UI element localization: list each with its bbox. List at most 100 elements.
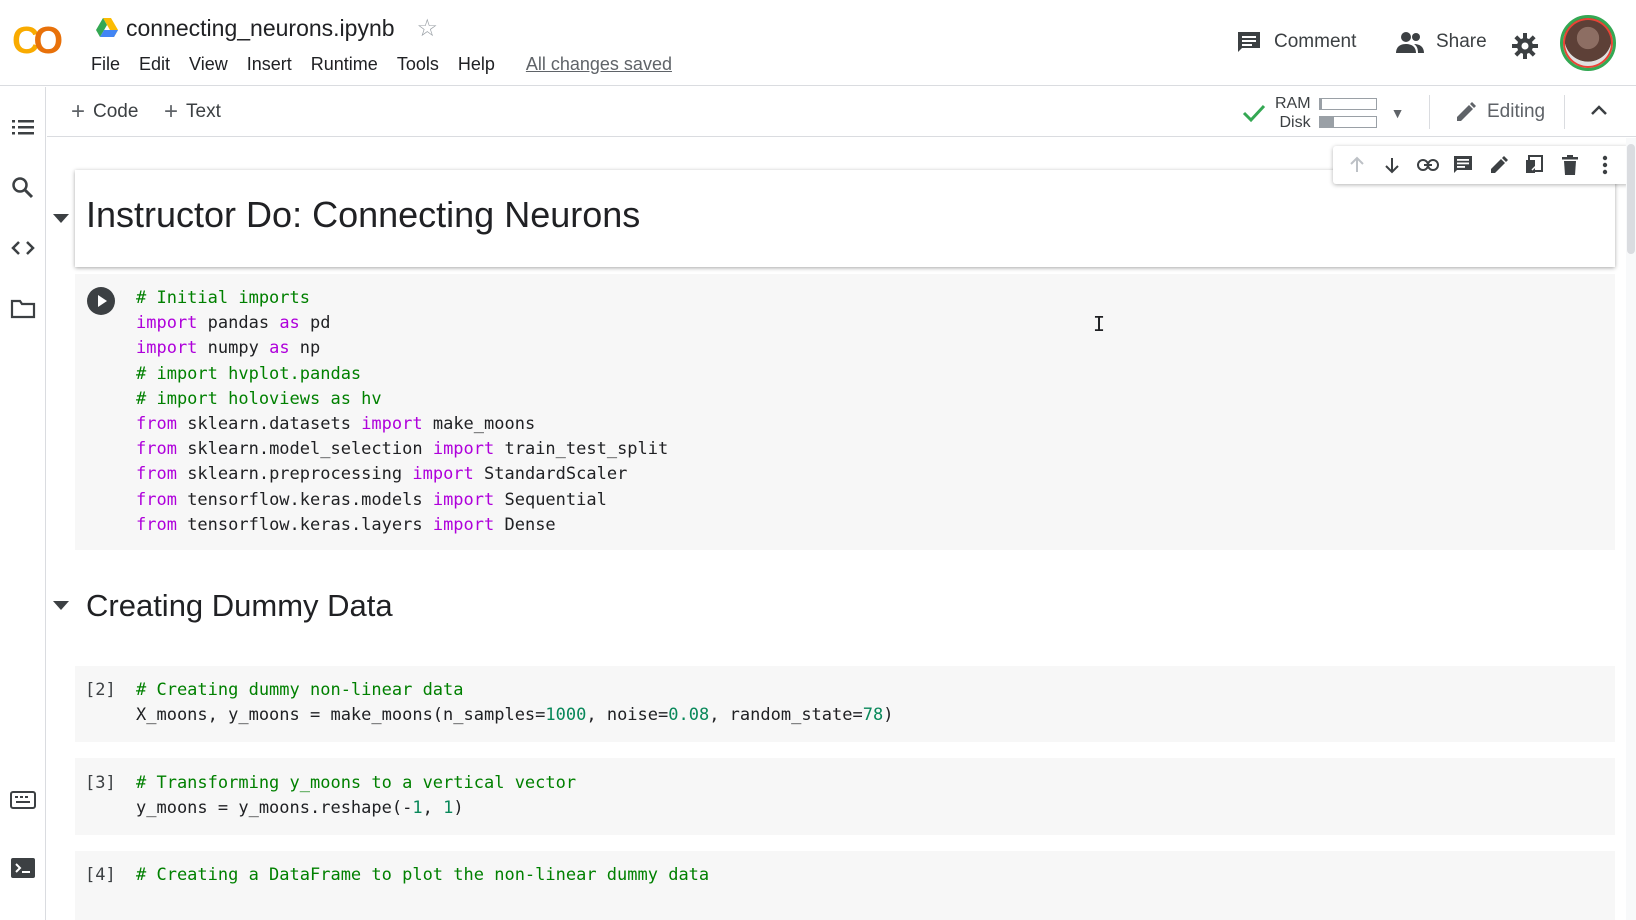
section-collapse-caret-icon[interactable] [53, 214, 69, 223]
settings-button[interactable] [1512, 26, 1550, 66]
code-cell-dummy-data[interactable]: [2] # Creating dummy non-linear data X_mo… [75, 666, 1615, 742]
code-editor[interactable]: # Transforming y_moons to a vertical vec… [136, 771, 576, 821]
code-token: pd [299, 313, 331, 334]
code-token: , noise= [586, 705, 669, 726]
menu-runtime[interactable]: Runtime [311, 54, 388, 75]
colab-logo[interactable]: CO [12, 20, 72, 62]
menu-file[interactable]: File [91, 54, 130, 75]
ram-label: RAM [1275, 95, 1311, 112]
code-token: sklearn.preprocessing [176, 464, 413, 485]
edit-pencil-icon[interactable] [1486, 152, 1512, 178]
code-cell-reshape[interactable]: [3] # Transforming y_moons to a vertical… [75, 758, 1615, 835]
add-code-button[interactable]: + Code [71, 97, 138, 127]
plus-icon: + [164, 98, 179, 125]
code-editor[interactable]: # Initial imports import pandas as pd impo… [136, 286, 668, 538]
dropdown-arrow-icon[interactable]: ▼ [1391, 105, 1405, 121]
folder-icon[interactable] [10, 295, 36, 321]
vertical-scrollbar[interactable] [1626, 138, 1636, 920]
code-line[interactable]: from tensorflow.keras.layers import Dens… [136, 513, 668, 538]
code-line[interactable]: from sklearn.model_selection import trai… [136, 437, 668, 462]
code-line[interactable]: # Creating a DataFrame to plot the non-l… [136, 863, 709, 888]
save-status-link[interactable]: All changes saved [526, 54, 672, 75]
code-line[interactable]: # Transforming y_moons to a vertical vec… [136, 771, 576, 796]
code-line[interactable]: from sklearn.datasets import make_moons [136, 412, 668, 437]
notebook-area[interactable]: Instructor Do: Connecting Neurons # Init… [47, 138, 1636, 920]
search-icon[interactable] [10, 175, 36, 201]
move-up-icon[interactable] [1344, 152, 1370, 178]
code-token: make_moons [422, 414, 536, 435]
code-editor[interactable]: # Creating a DataFrame to plot the non-l… [136, 863, 709, 888]
check-icon [1242, 104, 1266, 123]
delete-icon[interactable] [1557, 152, 1583, 178]
code-token: np [289, 338, 321, 359]
share-label: Share [1436, 31, 1487, 52]
section-collapse-caret-icon[interactable] [53, 601, 69, 610]
code-token: sklearn.model_selection [176, 439, 433, 460]
code-token: numpy [197, 338, 270, 359]
mirror-cell-icon[interactable] [1521, 152, 1547, 178]
code-line[interactable]: from tensorflow.keras.models import Sequ… [136, 488, 668, 513]
menu-tools[interactable]: Tools [397, 54, 449, 75]
move-down-icon[interactable] [1379, 152, 1405, 178]
code-token: from [136, 414, 177, 435]
code-token: import [412, 464, 474, 485]
google-drive-icon[interactable] [96, 18, 118, 38]
code-token: 78 [862, 705, 884, 726]
comment-icon[interactable] [1450, 152, 1476, 178]
runtime-resources-button[interactable]: RAM Disk ▼ [1241, 93, 1404, 133]
menu-view[interactable]: View [189, 54, 238, 75]
menu-insert[interactable]: Insert [247, 54, 302, 75]
markdown-cell-heading[interactable]: Instructor Do: Connecting Neurons [53, 170, 1615, 267]
code-line[interactable]: # import holoviews as hv [136, 387, 668, 412]
link-icon[interactable] [1415, 152, 1441, 178]
notebook-title[interactable]: connecting_neurons.ipynb [126, 15, 395, 42]
ram-usage-fill [1319, 99, 1323, 109]
code-line[interactable]: # Creating dummy non-linear data [136, 678, 893, 703]
code-token: tensorflow.keras.models [176, 489, 433, 510]
disk-label: Disk [1279, 114, 1311, 131]
user-avatar[interactable] [1560, 15, 1616, 71]
code-line[interactable]: # import hvplot.pandas [136, 362, 668, 387]
markdown-cell-section[interactable]: Creating Dummy Data [53, 578, 1615, 638]
scrollbar-thumb[interactable] [1627, 144, 1635, 254]
editing-mode-button[interactable]: Editing [1455, 97, 1545, 127]
cell-toolbar [1333, 146, 1629, 184]
code-line[interactable]: from sklearn.preprocessing import Standa… [136, 462, 668, 487]
code-line[interactable]: X_moons, y_moons = make_moons(n_samples=… [136, 703, 893, 728]
star-icon[interactable]: ☆ [417, 14, 439, 43]
code-token: as [279, 313, 300, 334]
code-token: import [432, 439, 495, 460]
code-editor[interactable]: # Creating dummy non-linear data X_moons,… [136, 678, 893, 728]
code-line[interactable]: y_moons = y_moons.reshape(-1, 1) [136, 796, 576, 821]
code-token: 0.08 [668, 705, 710, 726]
add-text-button[interactable]: + Text [164, 97, 221, 127]
comment-icon [1238, 32, 1260, 52]
execution-count: [4] [85, 865, 116, 885]
more-vert-icon[interactable] [1592, 152, 1618, 178]
run-cell-button[interactable] [87, 287, 115, 315]
execution-count: [3] [85, 773, 116, 793]
chevron-up-icon[interactable] [1587, 99, 1611, 123]
code-line[interactable]: # Initial imports [136, 286, 668, 311]
code-token: # Transforming y_moons to a vertical vec… [136, 773, 577, 793]
table-of-contents-icon[interactable] [10, 115, 36, 141]
menu-edit[interactable]: Edit [139, 54, 180, 75]
code-token: pandas [197, 313, 280, 334]
code-line[interactable]: import numpy as np [136, 336, 668, 361]
code-cell-dataframe[interactable]: [4] # Creating a DataFrame to plot the n… [75, 851, 1615, 920]
comment-button[interactable]: Comment [1236, 22, 1356, 62]
code-token: train_test_split [494, 439, 669, 460]
menu-bar: File Edit View Insert Runtime Tools Help… [91, 50, 672, 78]
command-palette-icon[interactable] [10, 787, 36, 813]
code-line[interactable]: import pandas as pd [136, 311, 668, 336]
code-token: from [136, 514, 177, 535]
code-token: 1 [443, 798, 454, 819]
left-rail [0, 87, 46, 920]
share-button[interactable]: Share [1396, 22, 1487, 62]
code-cell-imports[interactable]: # Initial imports import pandas as pd impo… [75, 274, 1615, 550]
menu-help[interactable]: Help [458, 54, 505, 75]
code-snippets-icon[interactable] [10, 235, 36, 261]
code-token: Sequential [494, 489, 607, 510]
terminal-icon[interactable] [10, 855, 36, 881]
code-token: 1 [412, 798, 423, 819]
